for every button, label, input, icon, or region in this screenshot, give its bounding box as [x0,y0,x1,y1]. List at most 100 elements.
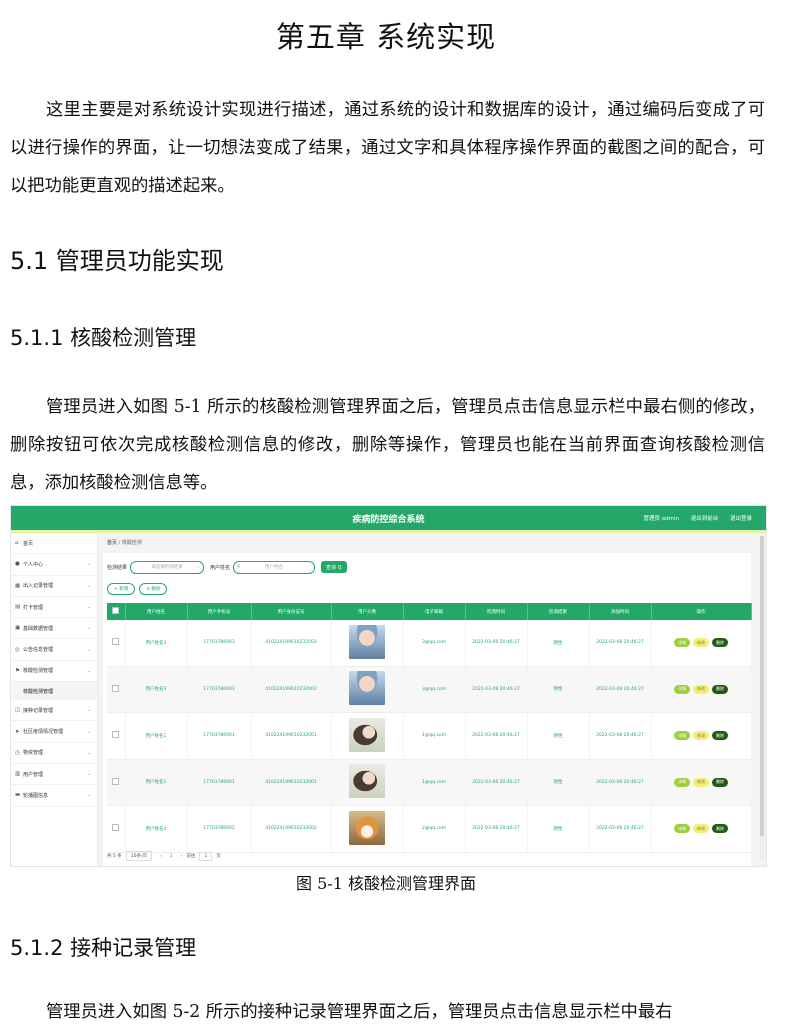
cell-result: 阴性 [527,666,590,713]
sidebar-item-label: 用户管理 [23,771,44,778]
sidebar-item[interactable]: ▥ 用户管理 ⌄ [11,764,97,786]
cell-avatar [331,620,404,667]
name-filter-input[interactable]: ⚲ 用户姓名 [233,560,316,574]
delete-button[interactable]: 删除 [712,684,728,694]
cell-phone: 17703786903 [187,666,252,713]
edit-button[interactable]: 修改 [693,731,709,741]
row-checkbox-cell[interactable] [107,805,126,853]
cell-added-time: 2022-03-08 20:46:27 [589,620,652,667]
chevron-down-icon: ⌄ [86,707,91,714]
cell-added-time: 2022-03-08 20:46:27 [589,805,652,853]
pager-current-page[interactable]: 1 [170,854,173,859]
doc-icon: ▣ [15,625,21,632]
column-header: 用户姓名 [125,603,188,620]
chevron-down-icon: ⌄ [86,667,91,674]
home-icon: ⌂ [15,540,19,547]
row-checkbox[interactable] [112,684,120,692]
chevron-down-icon: ⌄ [86,728,91,735]
row-checkbox-cell[interactable] [107,712,126,760]
sidebar-item[interactable]: ◎ 公告信息管理 ⌄ [11,639,97,661]
scrollbar[interactable] [760,536,764,861]
detail-button[interactable]: 详情 [674,824,690,834]
action-bar: + 新增 ⊖ 删除 [107,583,171,595]
sidebar-item[interactable]: ◷ 物资管理 ⌄ [11,743,97,764]
cell-result: 阴性 [527,805,590,853]
cell-phone: 17703786903 [187,620,252,667]
edit-button[interactable]: 修改 [693,777,709,787]
sidebar-item-label: 出入记录管理 [23,583,54,590]
table-body: 用户姓名3 17703786903 410224199610232003 3@qq.c… [107,620,752,853]
pager-prev-button[interactable]: ‹ [160,854,162,859]
result-filter-label: 检测结果 [107,564,128,571]
batch-delete-button[interactable]: ⊖ 删除 [139,583,168,595]
sidebar-subitem-nucleic-test[interactable]: 核酸检测管理 [11,682,97,701]
column-header: 用户手机号 [187,603,252,620]
breadcrumb-home[interactable]: 首页 [107,540,117,546]
search-button[interactable]: 查询 Q [321,561,347,573]
cell-avatar [331,759,404,806]
avatar-dog-image [349,810,385,845]
delete-button[interactable]: 删除 [712,824,728,834]
pager-next-button[interactable]: › [181,854,183,859]
cell-test-time: 2022-03-08 20:46:27 [465,620,528,667]
row-checkbox-cell[interactable] [107,620,126,667]
cell-id-number: 410224199610232002 [251,805,332,853]
column-header: 检测时间 [465,603,528,620]
pager-goto-input[interactable]: 1 [199,851,213,861]
clock-icon: ◷ [15,749,20,756]
detail-button[interactable]: 详情 [674,638,690,648]
logout-link[interactable]: 退出登录 [730,516,752,522]
row-checkbox[interactable] [112,777,120,785]
cell-result: 阴性 [527,620,590,667]
row-checkbox-cell[interactable] [107,759,126,806]
row-checkbox-cell[interactable] [107,666,126,713]
table-row: 用户姓名1 17703786901 410224199610232001 1@qq.c… [107,712,752,760]
detail-button[interactable]: 详情 [674,684,690,694]
delete-button[interactable]: 删除 [712,731,728,741]
chat-icon: ▬ [15,792,21,799]
exit-to-front-link[interactable]: 退出到前台 [691,516,719,522]
result-filter-select[interactable]: 请选择检测结果 ⌄ [130,560,205,574]
detail-button[interactable]: 详情 [674,777,690,787]
column-header: 用户身份证号 [251,603,332,620]
edit-button[interactable]: 修改 [693,824,709,834]
row-checkbox[interactable] [112,824,120,832]
detail-button[interactable]: 详情 [674,731,690,741]
cell-email: 1@qq.com [403,759,466,806]
sidebar-item[interactable]: ⚑ 核酸检测管理 ⌄ [11,661,97,683]
select-all-checkbox[interactable] [112,607,120,614]
pager-total: 共 5 条 [107,854,122,859]
delete-button[interactable]: 删除 [712,777,728,787]
cell-added-time: 2022-03-08 20:46:27 [589,666,652,713]
figure-screenshot: 疾病防控综合系统 管理员 admin 退出到前台 退出登录 ⌂ 首页 ● 个人中心 ⌄ ▦… [10,505,767,867]
sidebar-item[interactable]: ▬ 轮播图信息 ⌄ [11,785,97,807]
figure-caption: 图 5-1 核酸检测管理界面 [296,874,476,893]
breadcrumb-separator: / [118,540,121,546]
row-checkbox[interactable] [112,731,120,739]
table-row: 用户姓名2 17703786902 410224199610232002 2@qq.c… [107,805,752,853]
pager-size-select[interactable]: 10条/页 [125,851,152,861]
cell-avatar [331,712,404,760]
sidebar-item-label: 接种记录管理 [23,707,54,714]
sidebar-item[interactable]: ⌂ 首页 [11,533,97,555]
cell-result: 阴性 [527,712,590,760]
edit-button[interactable]: 修改 [693,684,709,694]
sidebar-item[interactable]: ▦ 出入记录管理 ⌄ [11,576,97,597]
cell-test-time: 2022-03-08 20:46:27 [465,759,528,806]
row-checkbox[interactable] [112,638,120,646]
pager-page-unit: 页 [216,854,221,859]
sidebar-item[interactable]: ➤ 社区疫情情况管理 ⌄ [11,721,97,743]
column-header: 用户头像 [331,603,404,620]
sidebar-item[interactable]: ● 个人中心 ⌄ [11,554,97,576]
sidebar-item[interactable]: ▣ 基础数据管理 ⌄ [11,618,97,640]
delete-button[interactable]: 删除 [712,638,728,648]
sidebar-item[interactable]: ◫ 接种记录管理 ⌄ [11,700,97,722]
avatar-girl-image [349,764,385,799]
section-heading-5-1-1: 5.1.1 核酸检测管理 [10,326,197,350]
scrollbar-thumb[interactable] [760,536,764,836]
cell-test-time: 2022-03-08 20:46:27 [465,805,528,853]
column-header[interactable] [107,603,126,620]
sidebar-item[interactable]: ▤ 打卡管理 ⌄ [11,597,97,619]
edit-button[interactable]: 修改 [693,638,709,648]
add-button[interactable]: + 新增 [107,583,136,595]
